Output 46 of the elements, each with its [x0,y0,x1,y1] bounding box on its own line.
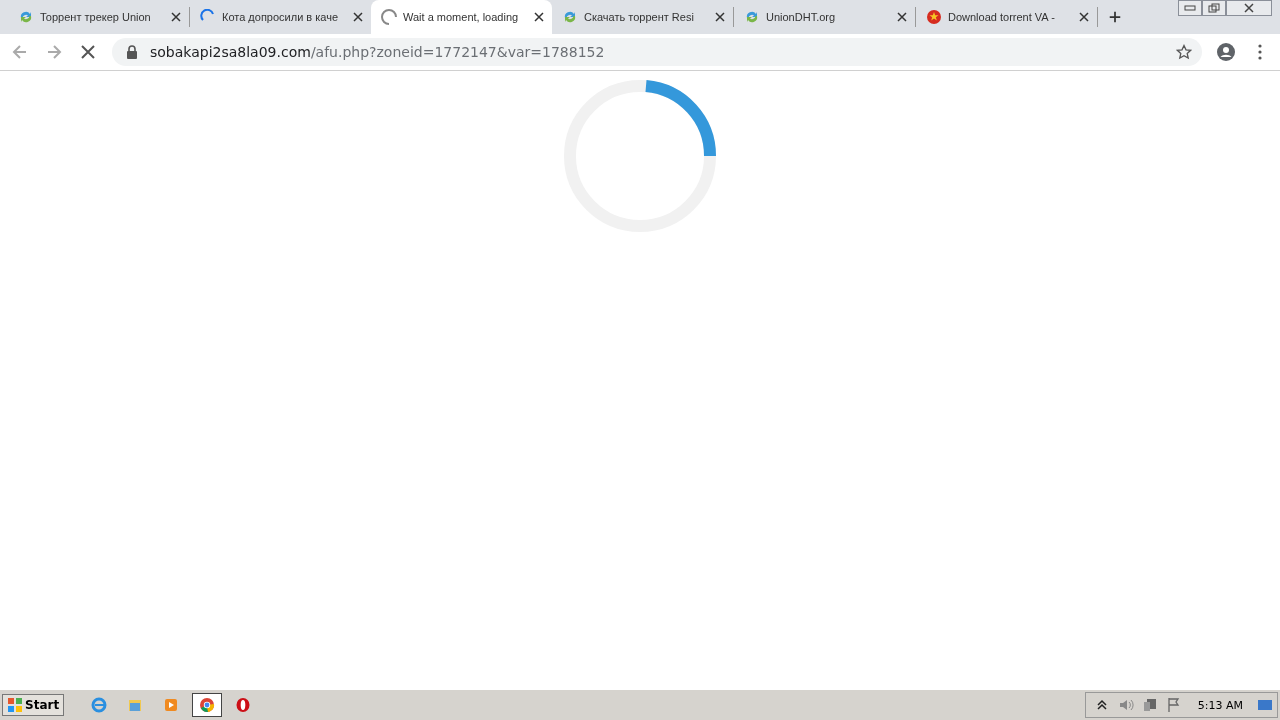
close-icon[interactable] [715,12,725,22]
folder-icon [129,700,142,711]
tab-title: Кота допросили в каче [222,11,340,23]
windows-logo-icon [7,697,23,713]
browser-tab[interactable]: UnionDHT.org [734,0,915,34]
close-button[interactable] [1226,0,1272,16]
sync-arrows-icon [744,9,760,25]
flag-icon[interactable] [1165,697,1182,713]
clock: 5:13 AM [1197,698,1243,712]
tab-title: Wait a moment, loading [403,11,520,23]
star-emblem-icon [926,9,942,25]
taskbar-app-button[interactable] [192,693,223,717]
start-button[interactable]: Start [2,694,65,716]
show-desktop-icon[interactable] [1257,697,1273,713]
browser-tab[interactable]: Скачать торрент Resi [552,0,733,34]
browser-e-icon [91,697,107,713]
close-icon[interactable] [353,12,363,22]
media-player-icon [165,699,178,711]
tab-title: UnionDHT.org [766,11,837,23]
tab-title: Скачать торрент Resi [584,11,695,23]
chrome-icon [200,698,215,713]
close-icon[interactable] [1079,12,1089,22]
browser-tab[interactable]: Торрент трекер Union [8,0,189,34]
plus-icon[interactable] [1108,10,1122,24]
star-icon[interactable] [1176,44,1192,60]
restore-button[interactable] [1202,0,1226,16]
network-icon[interactable] [1141,697,1158,713]
lock-icon [124,44,140,60]
close-icon[interactable] [897,12,907,22]
close-icon [1244,3,1254,13]
browser-tab[interactable]: Wait a moment, loading [371,0,552,34]
spinner-icon [381,9,397,25]
tab-title: Торрент трекер Union [40,11,152,23]
close-icon[interactable] [171,12,181,22]
opera-icon [236,698,250,712]
browser-tab[interactable]: Кота допросили в каче [190,0,371,34]
sync-arrows-icon [18,9,34,25]
account-icon[interactable] [1216,42,1236,62]
browser-tab[interactable]: Download torrent VA - [916,0,1097,34]
minimize-icon [1184,5,1196,11]
address-bar[interactable]: sobakapi2sa8la09.com/afu.php?zoneid=1772147&var=1788152 [112,38,1202,66]
restore-icon [1208,3,1220,13]
tab-title: Download torrent VA - [948,11,1056,23]
close-icon[interactable] [534,12,544,22]
minimize-button[interactable] [1178,0,1202,16]
sync-arrows-icon [562,9,578,25]
